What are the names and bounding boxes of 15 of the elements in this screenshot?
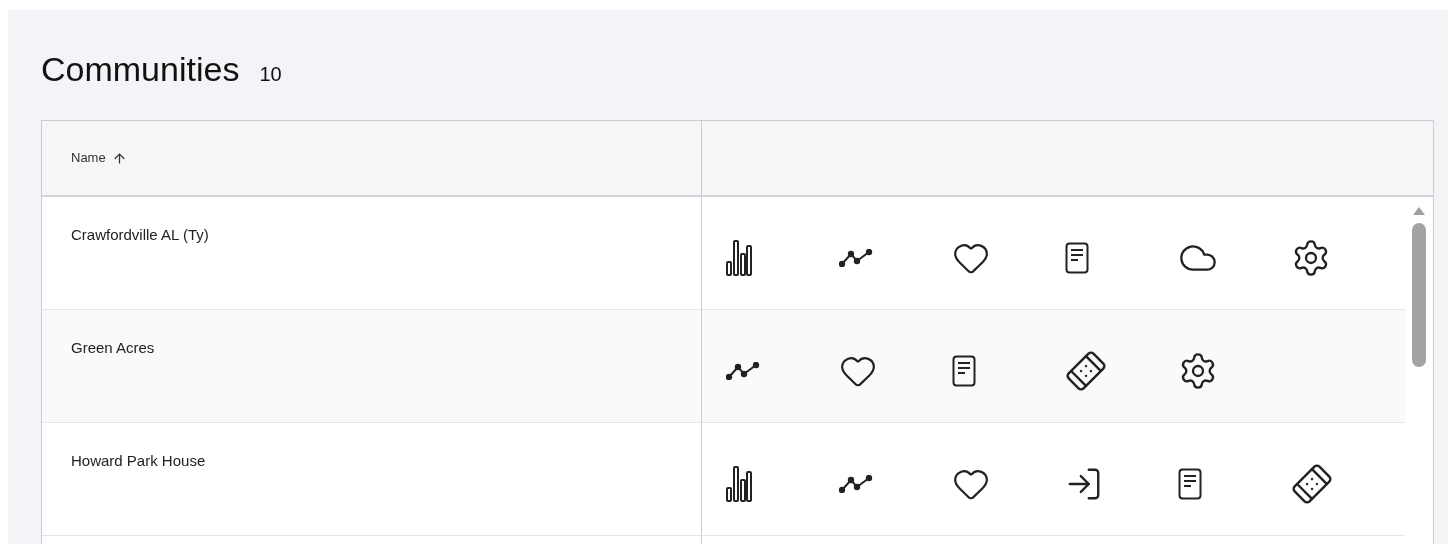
line-chart-icon	[839, 475, 873, 493]
document-icon	[1065, 242, 1089, 274]
item-count: 10	[259, 62, 282, 87]
document-icon	[1178, 468, 1202, 500]
bar-chart-icon	[726, 466, 752, 502]
line-chart-icon	[726, 362, 760, 380]
community-name: Howard Park House	[71, 452, 206, 469]
scroll-up-icon[interactable]	[1413, 207, 1425, 215]
scrollbar-thumb[interactable]	[1412, 223, 1426, 367]
document-icon	[952, 355, 976, 387]
page-title: Communities	[41, 49, 240, 90]
community-name: Green Acres	[71, 339, 155, 356]
bar-chart-icon	[726, 240, 752, 276]
community-name: Crawfordville AL (Ty)	[71, 226, 209, 243]
line-chart-icon	[839, 249, 873, 267]
